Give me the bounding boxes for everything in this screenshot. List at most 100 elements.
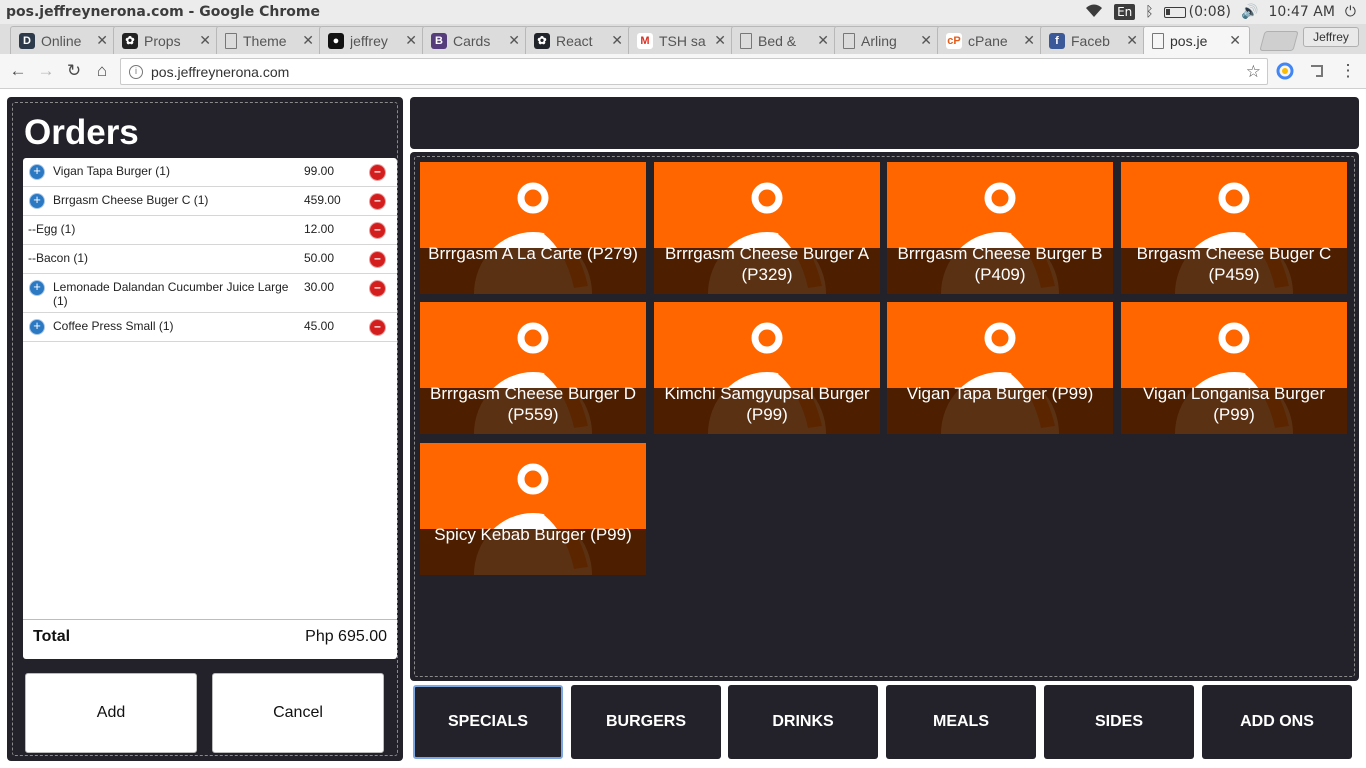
menu-item-card[interactable]: Brrgasm Cheese Buger C (P459) (1121, 162, 1347, 294)
reload-icon[interactable]: ↻ (64, 61, 84, 81)
tab-8[interactable]: Arling ✕ (834, 26, 941, 54)
remove-item-icon[interactable]: – (369, 222, 386, 239)
total-value: Php 695.00 (305, 628, 387, 645)
food-cloche-icon (420, 463, 646, 575)
close-tab-icon[interactable]: ✕ (920, 32, 932, 49)
tab-label: Arling (861, 32, 897, 49)
close-tab-icon[interactable]: ✕ (714, 32, 726, 49)
tab-0[interactable]: D Online ✕ (10, 26, 117, 54)
order-item-name: Vigan Tapa Burger (1) (53, 164, 170, 178)
close-tab-icon[interactable]: ✕ (508, 32, 520, 49)
category-drinks[interactable]: DRINKS (728, 685, 878, 759)
increase-quantity-icon[interactable]: + (29, 193, 45, 209)
menu-item-label: Vigan Longanisa Burger (P99) (1142, 384, 1326, 424)
system-menu-icon[interactable]: ⏻ (1345, 4, 1356, 20)
tab-9[interactable]: cP cPane ✕ (937, 26, 1044, 54)
site-info-icon[interactable]: i (129, 64, 143, 79)
orders-inner: Orders + Vigan Tapa Burger (1) 99.00 – + Brrg… (12, 102, 398, 756)
order-row: + Lemonade Dalandan Cucumber Juice Large … (23, 274, 397, 313)
order-item-name: Coffee Press Small (1) (53, 319, 174, 333)
menu-item-card[interactable]: Vigan Longanisa Burger (P99) (1121, 302, 1347, 434)
order-row: --Egg (1) 12.00 – (23, 216, 397, 245)
tab-10[interactable]: f Faceb ✕ (1040, 26, 1147, 54)
battery-indicator[interactable]: (0:08) (1163, 4, 1231, 20)
close-tab-icon[interactable]: ✕ (199, 32, 211, 49)
menu-item-card[interactable]: Brrrgasm A La Carte (P279) (420, 162, 646, 294)
close-tab-icon[interactable]: ✕ (96, 32, 108, 49)
category-sides[interactable]: SIDES (1044, 685, 1194, 759)
new-tab-button[interactable] (1259, 31, 1299, 51)
keyboard-language-indicator[interactable]: En (1114, 4, 1136, 20)
header-panel (410, 97, 1359, 149)
tab-label: Faceb (1071, 32, 1110, 49)
battery-icon (1163, 6, 1186, 18)
react-props-icon: ✿ (122, 32, 138, 49)
orders-title: Orders (24, 113, 139, 152)
close-tab-icon[interactable]: ✕ (302, 32, 314, 49)
back-icon[interactable]: ← (8, 61, 28, 81)
bootstrap-icon: B (431, 32, 447, 49)
close-tab-icon[interactable]: ✕ (817, 32, 829, 49)
tab-5[interactable]: ✿ React ✕ (525, 26, 632, 54)
order-item-price: 30.00 (304, 280, 335, 294)
profile-button[interactable]: Jeffrey (1303, 27, 1359, 47)
window-title: pos.jeffreynerona.com - Google Chrome (6, 4, 320, 20)
tab-3[interactable]: ● jeffrey ✕ (319, 26, 426, 54)
volume-icon[interactable]: 🔊 (1241, 4, 1258, 20)
remove-item-icon[interactable]: – (369, 193, 386, 210)
tab-11[interactable]: pos.je ✕ (1143, 26, 1250, 54)
home-icon[interactable]: ⌂ (92, 61, 112, 81)
bluetooth-icon[interactable]: ᛒ (1145, 4, 1153, 20)
tab-4[interactable]: B Cards ✕ (422, 26, 529, 54)
tab-2[interactable]: Theme ✕ (216, 26, 323, 54)
category-add-ons[interactable]: ADD ONS (1202, 685, 1352, 759)
increase-quantity-icon[interactable]: + (29, 280, 45, 296)
bookmark-star-icon[interactable]: ☆ (1246, 62, 1261, 82)
extension-icon[interactable] (1276, 62, 1294, 80)
close-tab-icon[interactable]: ✕ (1023, 32, 1035, 49)
menu-icon[interactable]: ⋮ (1338, 61, 1358, 81)
menu-item-label: Brrrgasm A La Carte (P279) (428, 244, 638, 263)
wifi-icon[interactable] (1084, 2, 1104, 22)
close-tab-icon[interactable]: ✕ (1126, 32, 1138, 49)
github-icon: ● (328, 32, 344, 49)
remove-item-icon[interactable]: – (369, 251, 386, 268)
gmail-icon: M (637, 32, 653, 49)
menu-item-card[interactable]: Spicy Kebab Burger (P99) (420, 443, 646, 575)
menu-item-card[interactable]: Vigan Tapa Burger (P99) (887, 302, 1113, 434)
menu-item-card[interactable]: Kimchi Samgyupsal Burger (P99) (654, 302, 880, 434)
category-meals[interactable]: MEALS (886, 685, 1036, 759)
remove-item-icon[interactable]: – (369, 319, 386, 336)
remove-item-icon[interactable]: – (369, 280, 386, 297)
increase-quantity-icon[interactable]: + (29, 319, 45, 335)
increase-quantity-icon[interactable]: + (29, 164, 45, 180)
remove-item-icon[interactable]: – (369, 164, 386, 181)
close-tab-icon[interactable]: ✕ (611, 32, 623, 49)
order-list: + Vigan Tapa Burger (1) 99.00 – + Brrgasm Che… (23, 158, 397, 659)
close-tab-icon[interactable]: ✕ (1229, 32, 1241, 49)
clock[interactable]: 10:47 AM (1268, 4, 1334, 20)
food-cloche-icon (887, 322, 1113, 434)
d-icon: D (19, 32, 35, 49)
address-bar[interactable]: i pos.jeffreynerona.com ☆ (120, 58, 1268, 85)
cast-icon[interactable] (1308, 62, 1326, 80)
close-tab-icon[interactable]: ✕ (405, 32, 417, 49)
document-icon (1152, 32, 1164, 49)
tab-1[interactable]: ✿ Props ✕ (113, 26, 220, 54)
cancel-button[interactable]: Cancel (212, 673, 384, 753)
tab-6[interactable]: M TSH sa ✕ (628, 26, 735, 54)
tab-label: pos.je (1170, 32, 1208, 49)
forward-icon[interactable]: → (36, 61, 56, 81)
tab-7[interactable]: Bed & ✕ (731, 26, 838, 54)
add-button[interactable]: Add (25, 673, 197, 753)
react-icon: ✿ (534, 32, 550, 49)
menu-item-card[interactable]: Brrrgasm Cheese Burger B (P409) (887, 162, 1113, 294)
category-burgers[interactable]: BURGERS (571, 685, 721, 759)
menu-item-card[interactable]: Brrrgasm Cheese Burger A (P329) (654, 162, 880, 294)
document-icon (225, 32, 237, 49)
order-item-name: --Bacon (1) (28, 251, 89, 265)
category-specials[interactable]: SPECIALS (413, 685, 563, 759)
menu-item-card[interactable]: Brrrgasm Cheese Burger D (P559) (420, 302, 646, 434)
url-text[interactable]: pos.jeffreynerona.com (151, 64, 1246, 80)
document-icon (843, 32, 855, 49)
